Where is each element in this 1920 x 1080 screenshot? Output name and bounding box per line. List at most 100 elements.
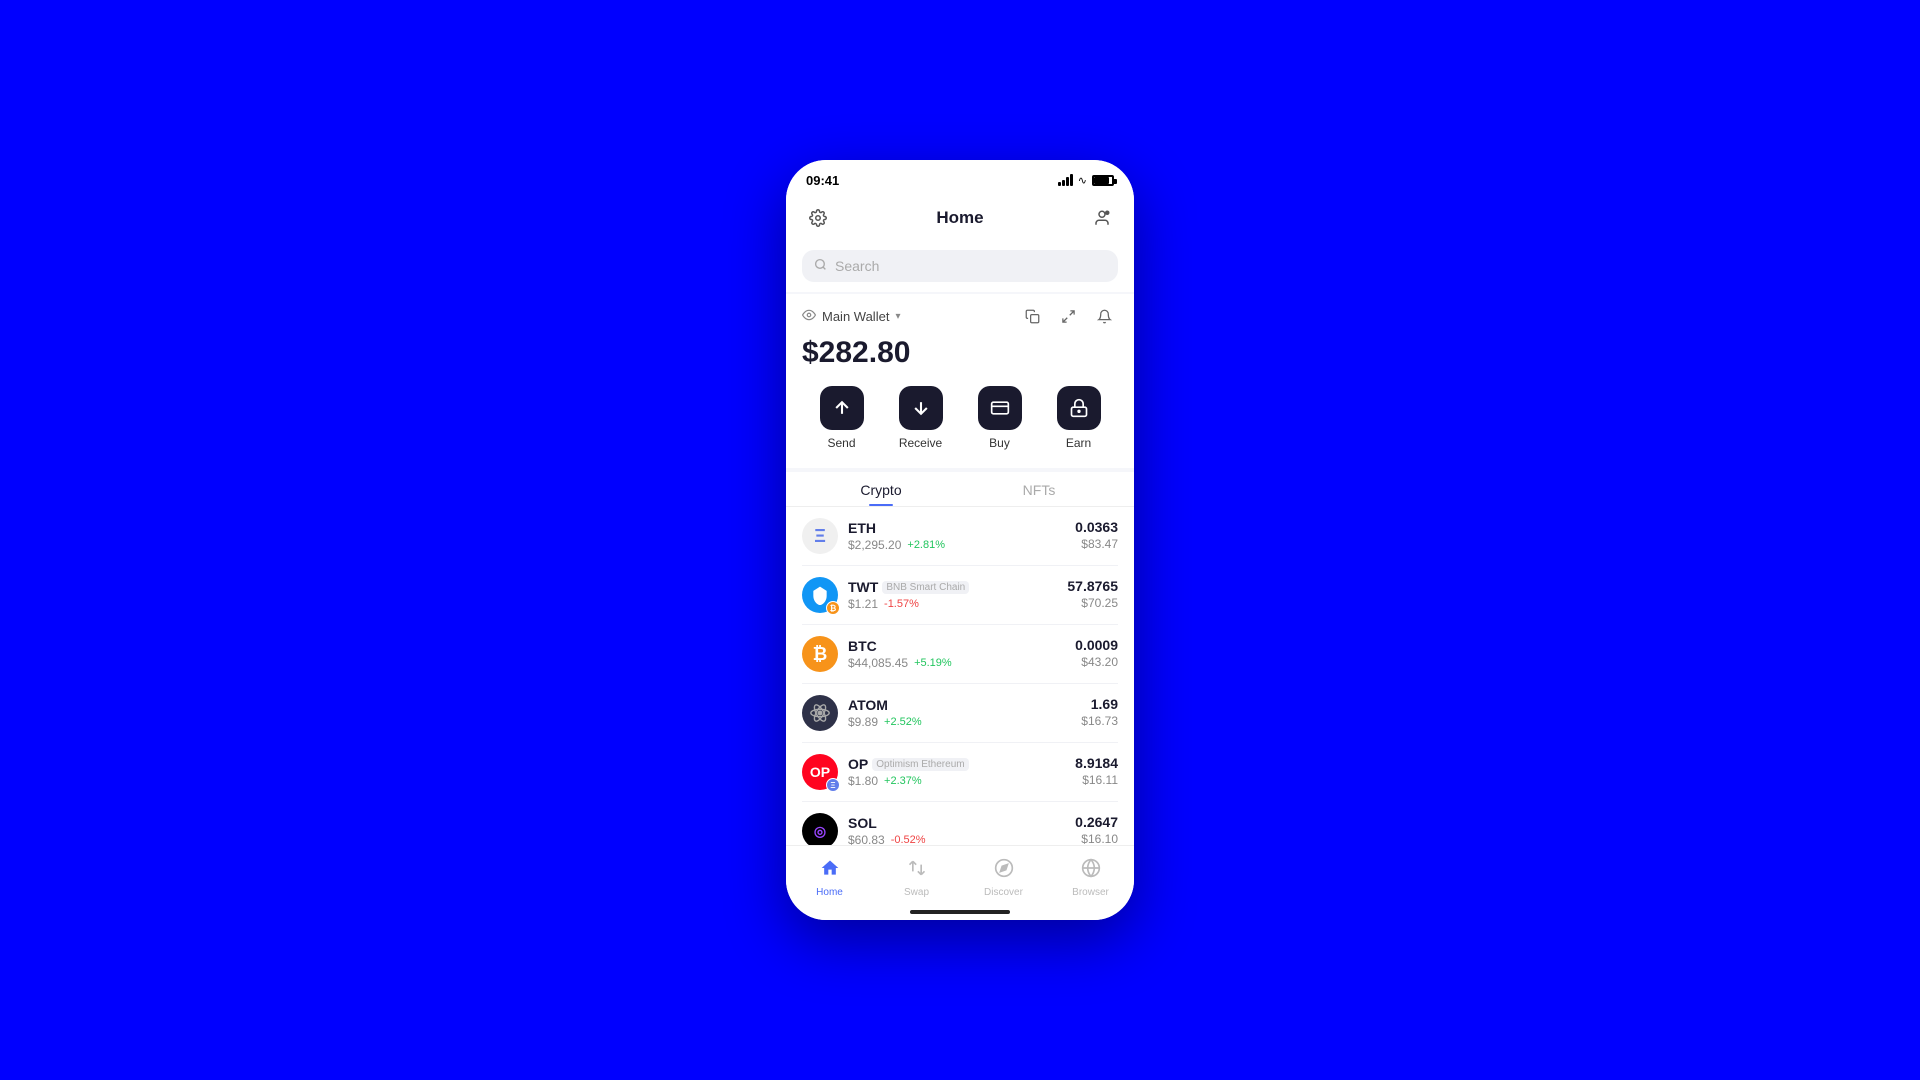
receive-label: Receive [899, 436, 942, 450]
battery-icon [1092, 175, 1114, 186]
dropdown-arrow-icon[interactable]: ▾ [895, 311, 900, 322]
sol-info: SOL $60.83 -0.52% [848, 815, 1075, 845]
search-bar: Search [786, 244, 1134, 292]
token-row-eth[interactable]: Ξ ETH $2,295.20 +2.81% 0.0363 $83.47 [802, 507, 1118, 566]
home-nav-icon [820, 858, 840, 884]
btc-value: $43.20 [1081, 655, 1118, 669]
status-bar: 09:41 ∿ [786, 160, 1134, 196]
token-row-atom[interactable]: ATOM $9.89 +2.52% 1.69 $16.73 [802, 684, 1118, 743]
wallet-header: Main Wallet ▾ [802, 302, 1118, 330]
eth-symbol: ETH [848, 520, 876, 536]
token-row-twt[interactable]: ₿ TWT BNB Smart Chain $1.21 -1.57% 57.87… [802, 566, 1118, 625]
eth-qty: 0.0363 [1075, 519, 1118, 535]
buy-button[interactable]: Buy [970, 386, 1030, 450]
twt-chain-badge: ₿ [826, 601, 840, 615]
status-time: 09:41 [806, 173, 839, 188]
header: Home [786, 196, 1134, 244]
eth-price: $2,295.20 [848, 538, 901, 552]
token-row-op[interactable]: OP Ξ OP Optimism Ethereum $1.80 +2.37% 8… [802, 743, 1118, 802]
token-row-sol[interactable]: ◎ SOL $60.83 -0.52% 0.2647 $16.10 [802, 802, 1118, 845]
send-button[interactable]: Send [812, 386, 872, 450]
eth-logo: Ξ [802, 518, 838, 554]
op-qty: 8.9184 [1075, 755, 1118, 771]
twt-value: $70.25 [1081, 596, 1118, 610]
op-chain-badge: Ξ [826, 778, 840, 792]
btc-change: +5.19% [914, 657, 952, 669]
twt-amount: 57.8765 $70.25 [1067, 578, 1118, 612]
token-row-btc[interactable]: ₿ BTC $44,085.45 +5.19% 0.0009 $43.20 [802, 625, 1118, 684]
nav-browser[interactable]: Browser [1047, 854, 1134, 902]
browser-nav-label: Browser [1072, 887, 1109, 898]
settings-button[interactable] [802, 202, 834, 234]
status-icons: ∿ [1058, 174, 1114, 187]
tab-nfts[interactable]: NFTs [960, 482, 1118, 506]
sol-price: $60.83 [848, 833, 885, 845]
page-title: Home [936, 208, 983, 228]
home-nav-label: Home [816, 887, 843, 898]
eth-value: $83.47 [1081, 537, 1118, 551]
buy-label: Buy [989, 436, 1010, 450]
send-label: Send [827, 436, 855, 450]
token-list: Ξ ETH $2,295.20 +2.81% 0.0363 $83.47 ₿ [786, 507, 1134, 845]
search-wrapper[interactable]: Search [802, 250, 1118, 282]
eye-icon[interactable] [802, 308, 816, 325]
home-indicator [786, 906, 1134, 920]
wallet-section: Main Wallet ▾ [786, 294, 1134, 468]
atom-qty: 1.69 [1081, 696, 1118, 712]
sol-value: $16.10 [1081, 832, 1118, 845]
op-amount: 8.9184 $16.11 [1075, 755, 1118, 789]
op-value: $16.11 [1082, 773, 1118, 787]
discover-nav-label: Discover [984, 887, 1023, 898]
expand-button[interactable] [1054, 302, 1082, 330]
atom-price: $9.89 [848, 715, 878, 729]
home-bar [910, 910, 1010, 914]
btc-symbol: BTC [848, 638, 877, 654]
wallet-label: Main Wallet ▾ [802, 308, 900, 325]
earn-icon [1057, 386, 1101, 430]
phone-frame: 09:41 ∿ Home [786, 160, 1134, 920]
atom-value: $16.73 [1081, 714, 1118, 728]
btc-logo: ₿ [802, 636, 838, 672]
sol-change: -0.52% [891, 834, 926, 845]
btc-price: $44,085.45 [848, 656, 908, 670]
op-symbol: OP [848, 756, 868, 772]
nav-discover[interactable]: Discover [960, 854, 1047, 902]
sol-logo: ◎ [802, 813, 838, 845]
atom-symbol: ATOM [848, 697, 888, 713]
sol-qty: 0.2647 [1075, 814, 1118, 830]
op-chain: Optimism Ethereum [872, 758, 968, 771]
btc-info: BTC $44,085.45 +5.19% [848, 638, 1075, 670]
browser-nav-icon [1081, 858, 1101, 884]
op-price: $1.80 [848, 774, 878, 788]
profile-button[interactable] [1086, 202, 1118, 234]
twt-symbol: TWT [848, 579, 878, 595]
search-input[interactable]: Search [835, 258, 879, 274]
op-change: +2.37% [884, 775, 922, 787]
swap-nav-icon [907, 858, 927, 884]
wifi-icon: ∿ [1078, 174, 1087, 187]
wallet-balance: $282.80 [802, 336, 1118, 370]
twt-price: $1.21 [848, 597, 878, 611]
twt-info: TWT BNB Smart Chain $1.21 -1.57% [848, 579, 1067, 611]
search-icon [814, 258, 827, 274]
nav-swap[interactable]: Swap [873, 854, 960, 902]
atom-amount: 1.69 $16.73 [1081, 696, 1118, 730]
notification-button[interactable] [1090, 302, 1118, 330]
copy-address-button[interactable] [1018, 302, 1046, 330]
sol-symbol: SOL [848, 815, 877, 831]
wallet-name: Main Wallet [822, 309, 889, 324]
btc-amount: 0.0009 $43.20 [1075, 637, 1118, 671]
nav-home[interactable]: Home [786, 854, 873, 902]
atom-change: +2.52% [884, 716, 922, 728]
earn-button[interactable]: Earn [1049, 386, 1109, 450]
op-logo: OP Ξ [802, 754, 838, 790]
discover-nav-icon [994, 858, 1014, 884]
receive-button[interactable]: Receive [891, 386, 951, 450]
tab-crypto[interactable]: Crypto [802, 482, 960, 506]
op-info: OP Optimism Ethereum $1.80 +2.37% [848, 756, 1075, 788]
atom-logo [802, 695, 838, 731]
buy-icon [978, 386, 1022, 430]
bottom-nav: Home Swap Discover Brow [786, 845, 1134, 906]
signal-icon [1058, 174, 1073, 186]
earn-label: Earn [1066, 436, 1091, 450]
